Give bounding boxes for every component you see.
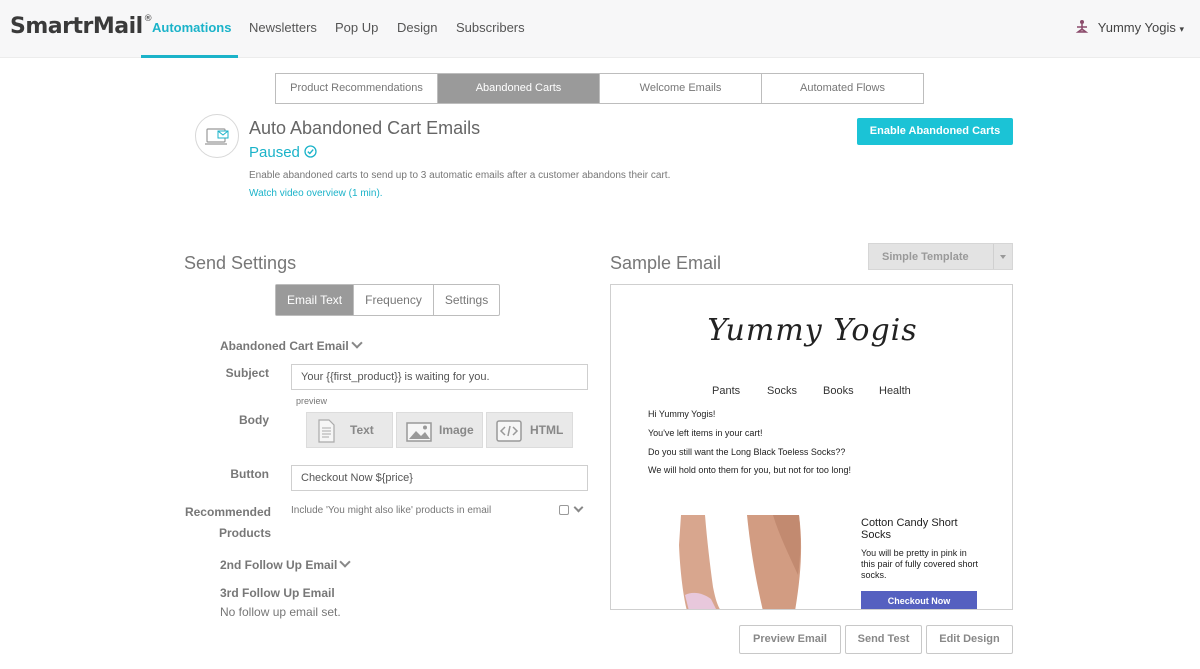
top-nav: SmartrMail® Automations Newsletters Pop …: [0, 0, 1200, 58]
email-nav-item: Pants: [712, 385, 741, 397]
email-line: You've left items in your cart!: [648, 428, 763, 438]
email-line: We will hold onto them for you, but not …: [648, 465, 851, 475]
email-line: Hi Yummy Yogis!: [648, 409, 716, 419]
status-badge: Paused: [249, 144, 317, 161]
nav-pop-up[interactable]: Pop Up: [335, 20, 378, 35]
body-label: Body: [239, 413, 269, 427]
chevron-down-icon: [351, 337, 363, 349]
code-icon: [496, 420, 522, 442]
document-icon: [318, 419, 335, 443]
product-image: [679, 515, 802, 609]
yoga-avatar-icon: [1075, 20, 1089, 33]
button-text-input[interactable]: Checkout Now ${price}: [291, 465, 588, 491]
automation-tabs: Product Recommendations Abandoned Carts …: [275, 73, 924, 104]
cart-email-icon: [195, 114, 239, 158]
email-preview: Yummy Yogis Pants Socks Books Health Hi …: [610, 284, 1013, 610]
email-nav-item: Health: [879, 385, 911, 397]
template-select[interactable]: Simple Template: [868, 243, 1013, 270]
tab-product-recommendations[interactable]: Product Recommendations: [276, 74, 438, 103]
video-overview-link[interactable]: Watch video overview (1 min).: [249, 188, 383, 199]
tab-frequency[interactable]: Frequency: [354, 285, 434, 315]
email-brand-logo: Yummy Yogis: [707, 313, 918, 348]
caret-down-icon: [1000, 255, 1006, 259]
recommended-products-checkbox[interactable]: [559, 505, 569, 515]
caret-down-icon: ▾: [1179, 24, 1184, 34]
nav-subscribers[interactable]: Subscribers: [456, 20, 525, 35]
email-line: Do you still want the Long Black Toeless…: [648, 447, 846, 457]
tab-welcome-emails[interactable]: Welcome Emails: [600, 74, 762, 103]
no-follow-up-note: No follow up email set.: [220, 605, 341, 619]
tab-email-text[interactable]: Email Text: [276, 285, 355, 315]
body-html-button[interactable]: HTML: [486, 412, 573, 448]
nav-design[interactable]: Design: [397, 20, 437, 35]
body-image-button[interactable]: Image: [396, 412, 483, 448]
subject-label: Subject: [225, 366, 269, 380]
preview-link[interactable]: preview: [296, 396, 327, 406]
active-nav-indicator: [141, 55, 238, 58]
tab-settings[interactable]: Settings: [434, 285, 499, 315]
sample-email-title: Sample Email: [610, 253, 722, 273]
user-name: Yummy Yogis: [1097, 20, 1176, 35]
abandoned-cart-email-toggle[interactable]: Abandoned Cart Email: [220, 337, 363, 353]
image-icon: [406, 422, 432, 442]
product-description: You will be pretty in pink in this pair …: [861, 548, 979, 580]
product-name: Cotton Candy Short Socks: [861, 517, 958, 541]
user-menu[interactable]: Yummy Yogis ▾: [1074, 19, 1184, 35]
email-nav-item: Books: [823, 385, 854, 397]
page-description: Enable abandoned carts to send up to 3 a…: [249, 170, 671, 181]
tab-automated-flows[interactable]: Automated Flows: [762, 74, 923, 103]
email-checkout-button: Checkout Now: [861, 591, 977, 609]
send-settings-tabs: Email Text Frequency Settings: [275, 284, 501, 316]
send-test-button[interactable]: Send Test: [845, 625, 922, 654]
recommended-products-text: Include 'You might also like' products i…: [291, 505, 492, 516]
recommended-products-label: Recommended Products: [184, 505, 271, 540]
nav-newsletters[interactable]: Newsletters: [249, 20, 317, 35]
second-follow-up-toggle[interactable]: 2nd Follow Up Email: [220, 556, 352, 572]
preview-email-button[interactable]: Preview Email: [739, 625, 841, 654]
button-label: Button: [230, 467, 269, 481]
body-text-button[interactable]: Text: [306, 412, 393, 448]
app-logo[interactable]: SmartrMail®: [10, 14, 153, 39]
edit-design-button[interactable]: Edit Design: [926, 625, 1013, 654]
subject-input[interactable]: Your {{first_product}} is waiting for yo…: [291, 364, 588, 390]
chevron-down-icon[interactable]: [573, 502, 584, 513]
third-follow-up-label[interactable]: 3rd Follow Up Email: [220, 586, 335, 600]
tab-abandoned-carts[interactable]: Abandoned Carts: [438, 74, 600, 103]
chevron-down-icon: [339, 556, 352, 568]
nav-automations[interactable]: Automations: [152, 20, 231, 35]
enable-abandoned-carts-button[interactable]: Enable Abandoned Carts: [857, 118, 1013, 145]
page-title: Auto Abandoned Cart Emails: [249, 118, 481, 138]
email-nav-item: Socks: [767, 385, 797, 397]
send-settings-title: Send Settings: [184, 253, 297, 273]
check-circle-icon: [304, 145, 317, 158]
